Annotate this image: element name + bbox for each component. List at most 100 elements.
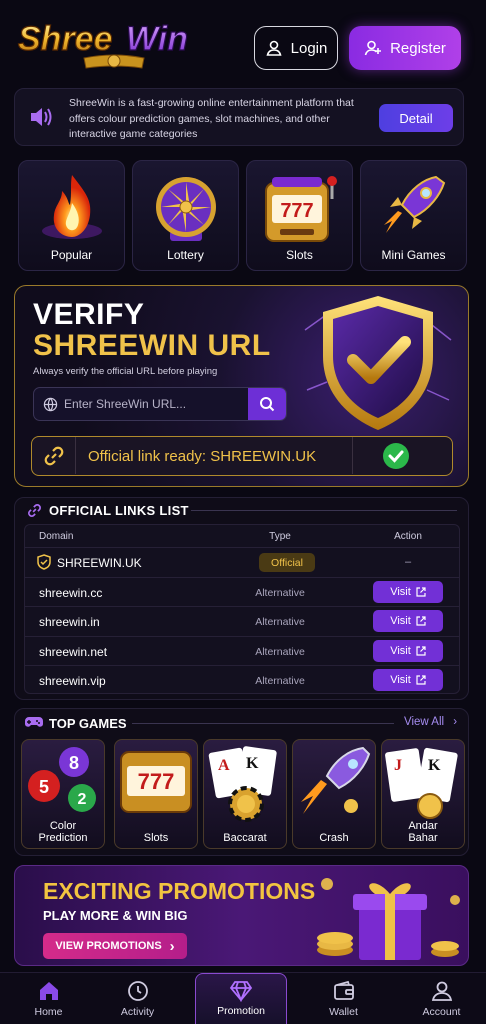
- register-button[interactable]: Register: [349, 26, 461, 70]
- game-slots[interactable]: 777 Slots: [114, 739, 198, 849]
- domain-cell: SHREEWIN.UK: [57, 556, 142, 570]
- official-link-ready[interactable]: Official link ready: SHREEWIN.UK: [31, 436, 453, 476]
- gift-box-icon: [317, 878, 460, 960]
- domain-cell: shreewin.vip: [39, 674, 106, 688]
- game-color-prediction[interactable]: 8 5 2 Color Prediction: [21, 739, 105, 849]
- external-link-icon: [416, 645, 426, 656]
- view-promotions-label: VIEW PROMOTIONS: [55, 940, 162, 952]
- category-label: Lottery: [167, 248, 204, 262]
- game-andar-bahar[interactable]: J K Andar Bahar: [381, 739, 465, 849]
- login-label: Login: [290, 39, 328, 57]
- ball-number: 2: [78, 791, 87, 808]
- card-rank: A: [218, 757, 230, 774]
- verify-title-line1: VERIFY: [33, 298, 145, 331]
- link-icon: [28, 504, 41, 517]
- domain-cell: shreewin.in: [39, 615, 100, 629]
- login-button[interactable]: Login: [254, 26, 338, 70]
- ball-number: 5: [39, 777, 49, 797]
- detail-button[interactable]: Detail: [379, 104, 453, 132]
- top-games-title: TOP GAMES: [49, 716, 127, 731]
- rocket-icon: [301, 746, 371, 814]
- visit-button[interactable]: Visit: [373, 580, 443, 603]
- type-cell: Alternative: [255, 616, 305, 628]
- visit-label: Visit: [390, 674, 411, 686]
- domain-cell: shreewin.net: [39, 644, 108, 659]
- cards-chip-icon: A K: [208, 746, 277, 822]
- category-slots[interactable]: 777 Slots: [246, 160, 353, 271]
- game-label: Slots: [143, 832, 169, 844]
- links-title: OFFICIAL LINKS LIST: [49, 503, 189, 518]
- type-cell: Alternative: [255, 675, 305, 687]
- type-cell: Alternative: [255, 645, 305, 658]
- rocket-icon: [383, 175, 445, 233]
- verify-url-panel: VERIFY SHREEWIN URL Always verify the of…: [14, 285, 469, 487]
- shield-check-icon: [304, 296, 452, 430]
- visit-button[interactable]: Visit: [373, 610, 443, 632]
- game-label: Color Prediction: [38, 820, 88, 844]
- game-label: Baccarat: [223, 832, 267, 844]
- promotions-banner[interactable]: EXCITING PROMOTIONS PLAY MORE & WIN BIG …: [14, 865, 469, 966]
- category-label: Mini Games: [381, 248, 446, 262]
- view-all-link[interactable]: View All ›: [404, 716, 457, 728]
- shreewin-logo[interactable]: Shree Win: [14, 14, 218, 74]
- table-row: shreewin.net Alternative Visit: [25, 635, 459, 666]
- view-all-label: View All: [404, 716, 445, 728]
- table-row: SHREEWIN.UK Official –: [25, 547, 459, 577]
- external-link-icon: [416, 616, 426, 626]
- svg-text:Shree: Shree: [18, 20, 113, 58]
- clock-icon: [127, 981, 148, 1001]
- table-row: shreewin.cc Alternative Visit: [25, 576, 459, 607]
- nav-wallet[interactable]: Wallet: [295, 973, 392, 1024]
- top-games-panel: TOP GAMES View All › 8 5 2 Color Predicti…: [14, 708, 469, 856]
- add-user-icon: [364, 40, 382, 56]
- links-table: Domain Type Action SHREEWIN.UK Official …: [24, 524, 460, 694]
- game-crash[interactable]: Crash: [292, 739, 376, 849]
- external-link-icon: [416, 586, 426, 597]
- official-badge: Official: [259, 553, 315, 572]
- shield-icon: [37, 554, 51, 570]
- globe-icon: [43, 397, 58, 412]
- check-circle-icon: [383, 443, 409, 469]
- type-cell: Alternative: [255, 586, 305, 599]
- nav-label: Promotion: [217, 1005, 265, 1017]
- category-mini-games[interactable]: Mini Games: [360, 160, 467, 271]
- lottery-balls-icon: 8 5 2: [28, 747, 96, 812]
- bottom-nav: Home Activity Promotion Wallet Account: [0, 972, 486, 1024]
- promo-title: EXCITING PROMOTIONS: [43, 878, 316, 904]
- user-icon: [266, 40, 282, 56]
- slot-777-text: 777: [280, 200, 313, 222]
- link-icon: [44, 446, 63, 465]
- user-icon: [431, 981, 452, 1001]
- game-label: Andar Bahar: [408, 820, 438, 844]
- slot-machine-icon: 777: [120, 751, 192, 813]
- nav-label: Account: [422, 1006, 461, 1018]
- nav-activity[interactable]: Activity: [89, 973, 186, 1024]
- category-popular[interactable]: Popular: [18, 160, 125, 271]
- domain-cell: shreewin.cc: [39, 585, 103, 600]
- card-rank: K: [246, 755, 259, 772]
- nav-label: Home: [34, 1006, 63, 1018]
- home-icon: [39, 982, 58, 1000]
- verify-title-line2: SHREEWIN URL: [33, 329, 271, 362]
- url-search-button[interactable]: [248, 388, 286, 420]
- table-row: shreewin.vip Alternative Visit: [25, 665, 459, 695]
- divider: [191, 510, 457, 511]
- nav-home[interactable]: Home: [0, 973, 97, 1024]
- url-search-input[interactable]: [64, 388, 254, 420]
- visit-button[interactable]: Visit: [373, 639, 443, 662]
- gamepad-icon: [25, 717, 43, 727]
- visit-button[interactable]: Visit: [373, 669, 443, 691]
- table-row: shreewin.in Alternative Visit: [25, 606, 459, 636]
- nav-account[interactable]: Account: [393, 973, 486, 1024]
- view-promotions-button[interactable]: VIEW PROMOTIONS ›: [43, 933, 187, 959]
- nav-label: Activity: [120, 1006, 155, 1018]
- game-baccarat[interactable]: A K Baccarat: [203, 739, 287, 849]
- flame-icon: [41, 175, 102, 239]
- action-cell: –: [404, 556, 412, 568]
- notice-bar: ShreeWin is a fast-growing online entert…: [14, 88, 464, 146]
- external-link-icon: [416, 675, 426, 685]
- slot-machine-icon: 777: [264, 176, 337, 242]
- divider: [132, 723, 394, 724]
- category-lottery[interactable]: Lottery: [132, 160, 239, 271]
- nav-promotion[interactable]: Promotion: [195, 973, 287, 1024]
